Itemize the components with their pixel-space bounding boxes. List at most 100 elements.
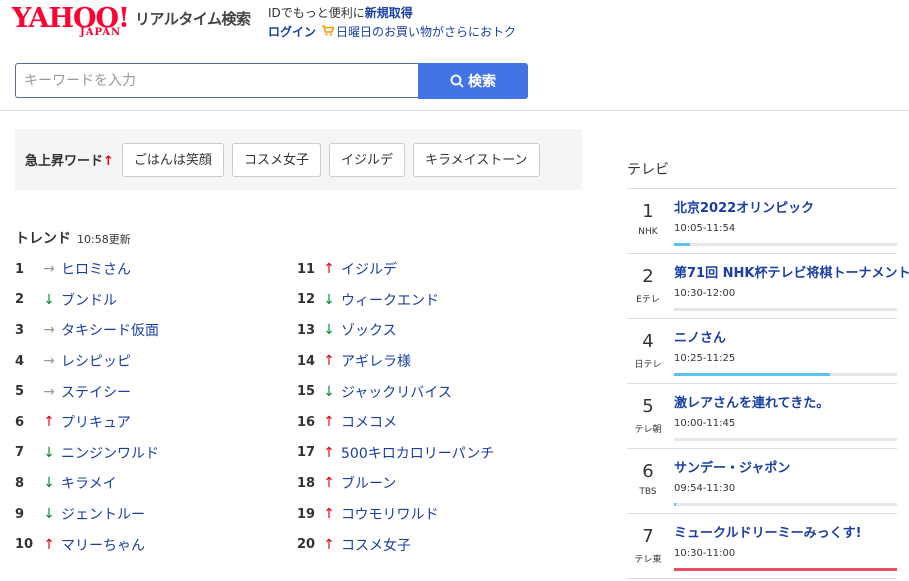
trend-row[interactable]: 3 → タキシード仮面: [15, 315, 159, 346]
trend-row[interactable]: 1 → ヒロミさん: [15, 254, 159, 285]
tv-program-link[interactable]: サンデー・ジャポン: [674, 457, 790, 476]
trend-word-link[interactable]: ジェントルー: [61, 504, 145, 524]
tv-channel-number: 7: [642, 526, 654, 547]
trend-word-link[interactable]: コメコメ: [341, 412, 397, 432]
promo-text: IDでもっと便利に: [268, 6, 365, 20]
rising-word-chip[interactable]: コスメ女子: [231, 142, 321, 177]
tv-program-link[interactable]: 激レアさんを連れてきた。: [674, 392, 829, 411]
tv-program-item[interactable]: 4 日テレ ニノさん 10:25-11:25: [627, 319, 897, 384]
arrow-right-icon: →: [43, 353, 55, 370]
trend-row[interactable]: 7 ↓ ニンジンワルド: [15, 438, 159, 469]
trend-word-link[interactable]: キラメイ: [61, 473, 117, 493]
trend-word-link[interactable]: ゾックス: [341, 320, 397, 340]
promo-line: IDでもっと便利に新規取得: [268, 4, 516, 23]
trend-word-link[interactable]: コスメ女子: [341, 535, 411, 555]
arrow-up-icon: ↑: [323, 506, 335, 523]
search-input[interactable]: [15, 63, 418, 98]
rising-word-chip[interactable]: キラメイストーン: [412, 142, 540, 177]
trend-row[interactable]: 10 ↑ マリーちゃん: [15, 529, 159, 560]
trend-word-link[interactable]: コウモリワルド: [341, 504, 438, 524]
tv-program-item[interactable]: 2 Eテレ 第71回 NHK杯テレビ将棋トーナメント 10:30-12:00: [627, 254, 909, 319]
trend-row[interactable]: 13 ↓ ゾックス: [297, 315, 494, 346]
shopping-link[interactable]: 日曜日のお買い物がさらにおトク: [336, 25, 516, 39]
trend-row[interactable]: 14 ↑ アギレラ様: [297, 346, 494, 377]
tv-station-name: テレ朝: [634, 425, 662, 435]
trend-row[interactable]: 20 ↑ コスメ女子: [297, 529, 494, 560]
trend-word-link[interactable]: ジャックリバイス: [341, 382, 452, 402]
tv-channel-number: 5: [642, 396, 654, 417]
trend-row[interactable]: 17 ↑ 500キロカロリーパンチ: [297, 438, 494, 469]
tv-program-link[interactable]: 第71回 NHK杯テレビ将棋トーナメント: [674, 262, 909, 281]
rising-word-chip[interactable]: ごはんは笑顔: [121, 142, 224, 177]
trend-row[interactable]: 19 ↑ コウモリワルド: [297, 499, 494, 530]
trend-row[interactable]: 12 ↓ ウィークエンド: [297, 285, 494, 316]
login-line: ログイン 日曜日のお買い物がさらにおトク: [268, 23, 516, 42]
trend-rank: 20: [297, 537, 316, 553]
trend-word-link[interactable]: マリーちゃん: [61, 535, 145, 555]
tv-program-link[interactable]: 北京2022オリンピック: [674, 197, 814, 216]
trend-row[interactable]: 11 ↑ イジルデ: [297, 254, 494, 285]
trend-rank: 9: [15, 506, 25, 522]
service-name[interactable]: リアルタイム検索: [135, 8, 251, 29]
tv-channel: 6 TBS: [627, 449, 669, 513]
tv-program-item[interactable]: 6 TBS サンデー・ジャポン 09:54-11:30: [627, 449, 897, 514]
arrow-right-icon: →: [43, 383, 55, 400]
tv-channel-number: 2: [642, 266, 654, 287]
trend-rank: 11: [297, 261, 316, 277]
arrow-down-icon: ↓: [43, 506, 55, 523]
trend-word-link[interactable]: ニンジンワルド: [61, 443, 159, 463]
rising-up-icon: ↑: [103, 154, 114, 169]
trend-word-link[interactable]: ブルーン: [341, 473, 396, 493]
trend-row[interactable]: 6 ↑ プリキュア: [15, 407, 159, 438]
trend-word-link[interactable]: レシピッピ: [61, 351, 131, 371]
trend-word-link[interactable]: 500キロカロリーパンチ: [341, 443, 494, 463]
tv-list: 1 NHK 北京2022オリンピック 10:05-11:54 2 Eテレ 第71回 NHK杯…: [627, 188, 909, 579]
tv-progress-bar: [674, 568, 897, 571]
trend-row[interactable]: 16 ↑ コメコメ: [297, 407, 494, 438]
arrow-up-icon: ↑: [323, 414, 335, 431]
trend-rank: 14: [297, 353, 316, 369]
trend-word-link[interactable]: タキシード仮面: [61, 320, 159, 340]
trend-row[interactable]: 4 → レシピッピ: [15, 346, 159, 377]
trend-row[interactable]: 8 ↓ キラメイ: [15, 468, 159, 499]
trend-rank: 12: [297, 292, 316, 308]
register-link[interactable]: 新規取得: [365, 6, 413, 20]
trend-word-link[interactable]: イジルデ: [341, 259, 397, 279]
arrow-right-icon: →: [43, 261, 55, 278]
tv-program-time: 10:00-11:45: [674, 418, 736, 429]
tv-program-link[interactable]: ミュークルドリーミーみっくす!: [674, 522, 862, 541]
tv-channel: 1 NHK: [627, 189, 669, 253]
tv-station-name: Eテレ: [636, 295, 660, 305]
trend-rank: 17: [297, 445, 316, 461]
tv-section-title: テレビ: [627, 162, 669, 178]
trend-rank: 2: [15, 292, 25, 308]
arrow-down-icon: ↓: [323, 322, 335, 339]
rising-word-chip[interactable]: イジルデ: [328, 142, 405, 177]
tv-program-link[interactable]: ニノさん: [674, 327, 726, 346]
tv-program-item[interactable]: 5 テレ朝 激レアさんを連れてきた。 10:00-11:45: [627, 384, 897, 449]
trend-word-link[interactable]: アギレラ様: [341, 351, 411, 371]
trend-word-link[interactable]: ステイシー: [61, 382, 131, 402]
tv-channel-number: 1: [642, 201, 654, 222]
trend-word-link[interactable]: ヒロミさん: [61, 259, 131, 279]
trend-row[interactable]: 9 ↓ ジェントルー: [15, 499, 159, 530]
yahoo-japan-logo[interactable]: YAHOO! JAPAN: [12, 4, 134, 40]
trend-row[interactable]: 2 ↓ ブンドル: [15, 285, 159, 316]
arrow-up-icon: ↑: [43, 536, 55, 553]
trend-row[interactable]: 5 → ステイシー: [15, 376, 159, 407]
trend-rank: 15: [297, 384, 316, 400]
trend-row[interactable]: 18 ↑ ブルーン: [297, 468, 494, 499]
tv-program-item[interactable]: 1 NHK 北京2022オリンピック 10:05-11:54: [627, 189, 897, 254]
login-link[interactable]: ログイン: [268, 25, 316, 39]
tv-program-time: 10:30-11:00: [674, 548, 736, 559]
trend-row[interactable]: 15 ↓ ジャックリバイス: [297, 376, 494, 407]
trend-word-link[interactable]: プリキュア: [61, 412, 131, 432]
arrow-right-icon: →: [43, 322, 55, 339]
trend-rank: 3: [15, 322, 25, 338]
tv-progress-fill: [674, 243, 690, 246]
tv-program-item[interactable]: 7 テレ東 ミュークルドリーミーみっくす! 10:30-11:00: [627, 514, 897, 579]
search-button[interactable]: 検索: [418, 63, 528, 99]
arrow-up-icon: ↑: [323, 444, 335, 461]
trend-word-link[interactable]: ウィークエンド: [341, 290, 439, 310]
trend-word-link[interactable]: ブンドル: [61, 290, 117, 310]
